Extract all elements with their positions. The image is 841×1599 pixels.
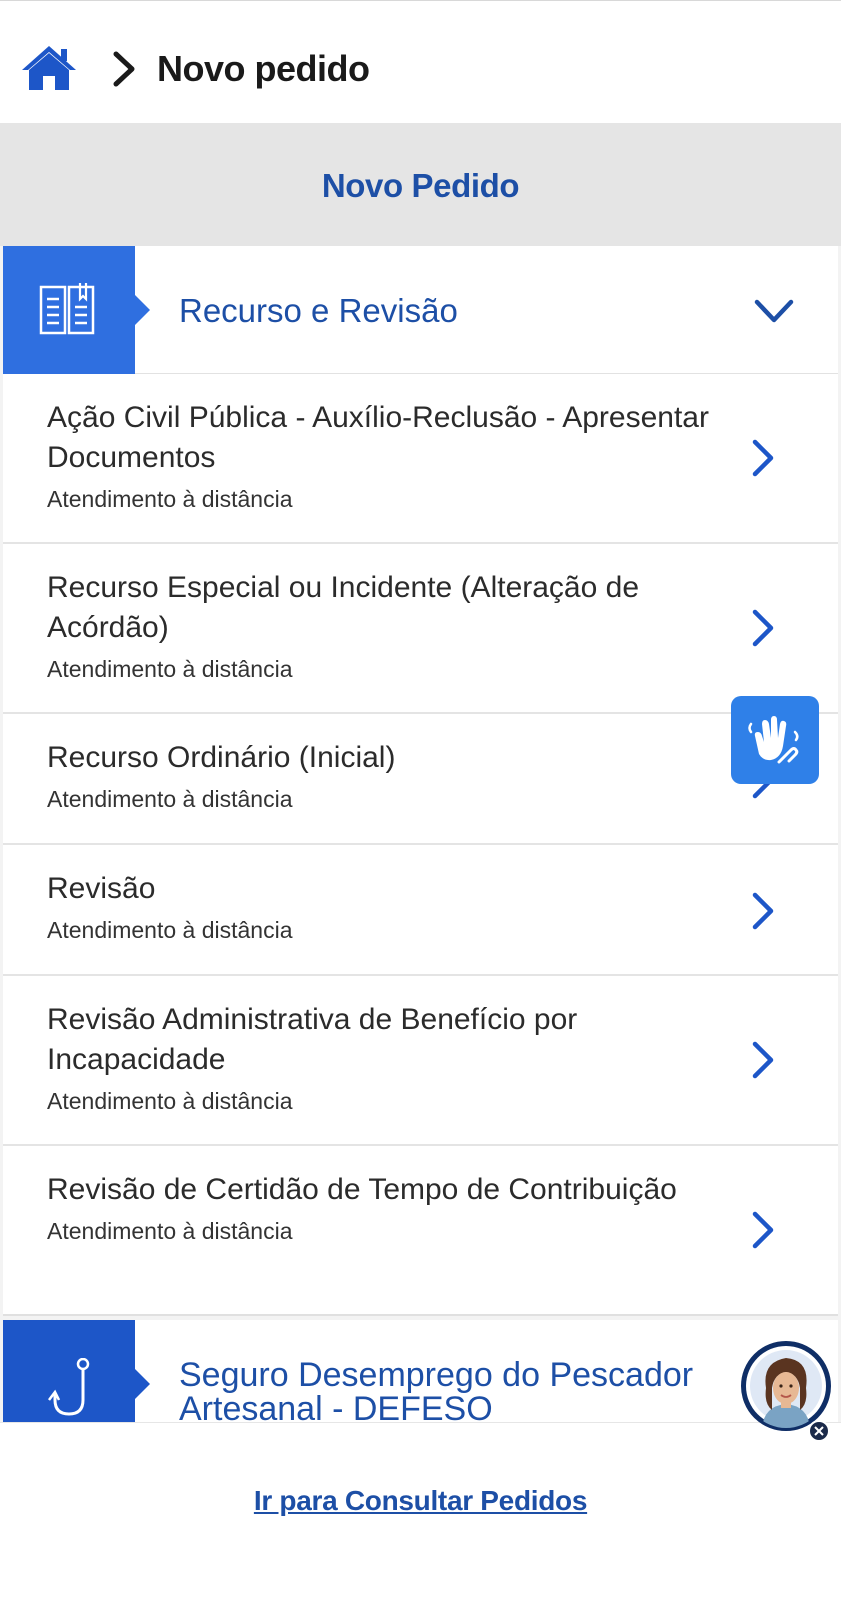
section-title-band: Novo Pedido [0,123,841,246]
list-item[interactable]: Revisão Administrativa de Benefício por … [3,976,838,1146]
list-item[interactable]: Recurso Ordinário (Inicial) Atendimento … [3,714,838,845]
category-label: Seguro Desemprego do Pescador Artesanal … [179,1356,694,1428]
service-list: Ação Civil Pública - Auxílio-Reclusão - … [3,374,838,1316]
list-item-title: Ação Civil Pública - Auxílio-Reclusão - … [47,401,709,474]
list-item[interactable]: Revisão de Certidão de Tempo de Contribu… [3,1146,838,1316]
list-item-title: Revisão Administrativa de Benefício por … [47,1003,578,1076]
list-item-subtitle: Atendimento à distância [47,486,293,512]
book-icon [3,246,150,374]
assistant-avatar-icon[interactable] [741,1341,831,1431]
fishing-hook-icon [3,1320,150,1430]
breadcrumb: Novo pedido [0,0,841,123]
home-icon[interactable] [20,43,78,93]
list-item-title: Revisão [47,872,156,905]
chevron-right-icon[interactable] [750,608,776,648]
list-item[interactable]: Ação Civil Pública - Auxílio-Reclusão - … [3,374,838,544]
chevron-right-icon[interactable] [750,1210,776,1250]
category-label: Recurso e Revisão [179,292,458,329]
list-item-subtitle: Atendimento à distância [47,656,293,682]
list-item-subtitle: Atendimento à distância [47,786,293,812]
list-item-subtitle: Atendimento à distância [47,1088,293,1114]
chevron-right-icon[interactable] [750,1040,776,1080]
chevron-right-icon[interactable] [750,438,776,478]
list-item-subtitle: Atendimento à distância [47,917,293,943]
chevron-right-icon [110,51,138,87]
list-item-title: Recurso Ordinário (Inicial) [47,741,396,774]
close-icon[interactable] [808,1420,830,1442]
list-item-title: Revisão de Certidão de Tempo de Contribu… [47,1173,677,1206]
chevron-down-icon[interactable] [754,298,794,326]
breadcrumb-current: Novo pedido [157,48,370,89]
list-item-title: Recurso Especial ou Incidente (Alteração… [47,571,640,644]
category-header-recurso-revisao[interactable]: Recurso e Revisão [3,246,838,374]
consultar-pedidos-link[interactable]: Ir para Consultar Pedidos [0,1485,841,1517]
app-page: Novo pedido Novo Pedido Recurso e Revisã… [0,0,841,1599]
list-item-subtitle: Atendimento à distância [47,1218,293,1244]
list-item[interactable]: Recurso Especial ou Incidente (Alteração… [3,544,838,714]
page-title: Novo Pedido [321,167,520,204]
chevron-right-icon[interactable] [750,891,776,931]
sign-language-hands-icon[interactable] [731,696,819,784]
category-header-seguro-defeso[interactable]: Seguro Desemprego do Pescador Artesanal … [3,1320,838,1430]
list-item[interactable]: Revisão Atendimento à distância [3,845,838,976]
footer: Ir para Consultar Pedidos [0,1422,841,1599]
